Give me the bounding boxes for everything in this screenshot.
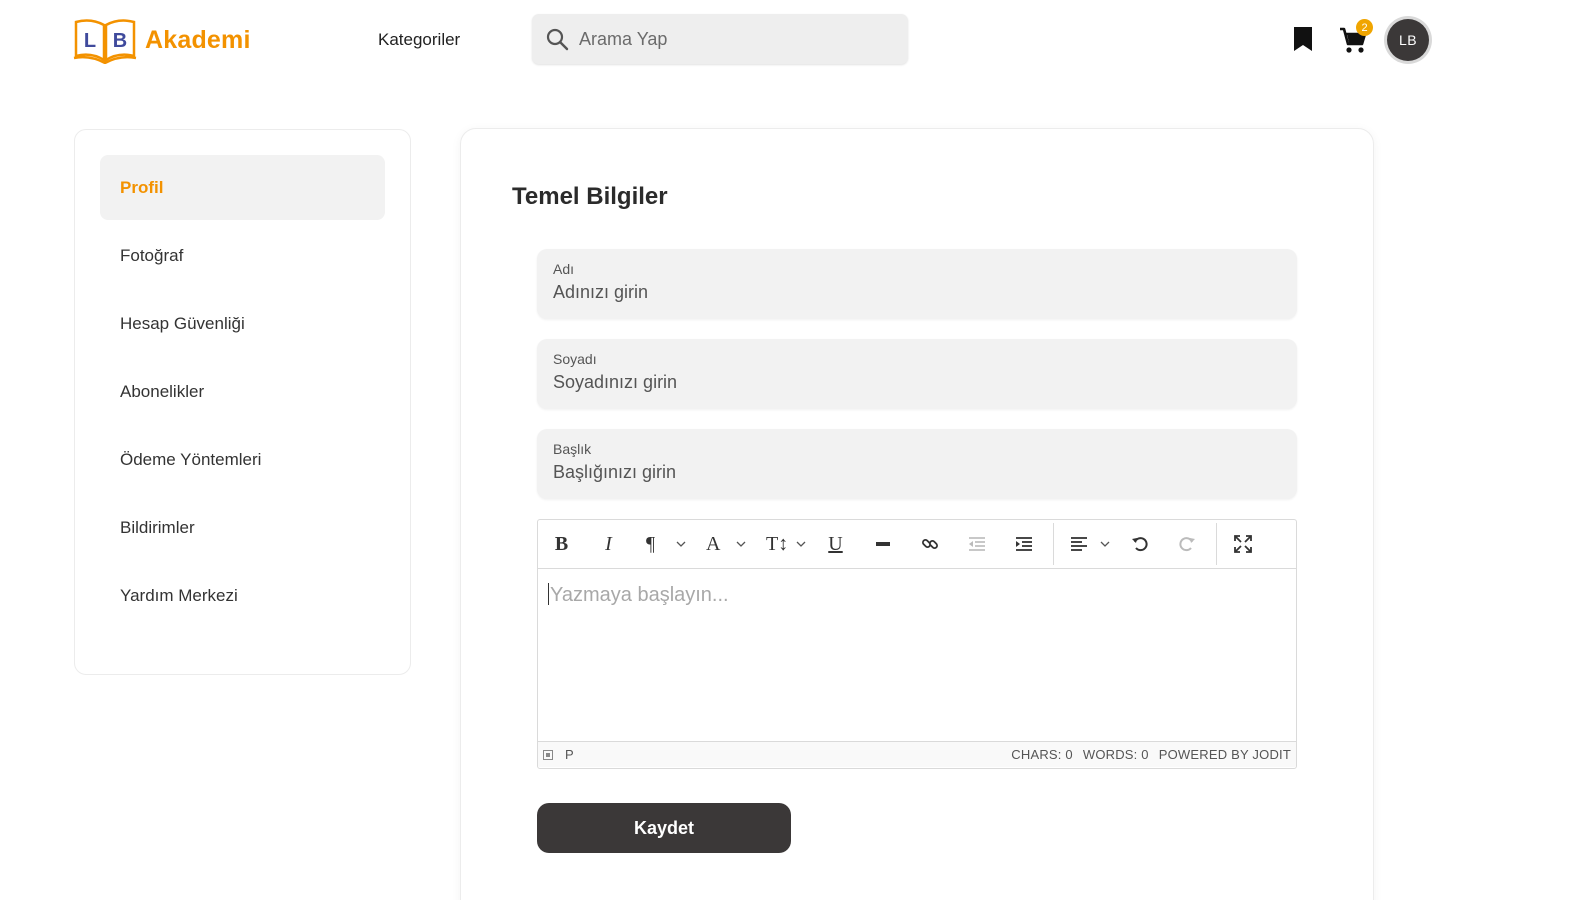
outdent-icon[interactable] (959, 527, 994, 562)
link-icon[interactable] (912, 527, 947, 562)
element-path[interactable]: P (565, 747, 574, 762)
chevron-down-icon (676, 541, 686, 547)
sidebar-item-account-security[interactable]: Hesap Güvenliği (100, 291, 385, 356)
last-name-input[interactable] (553, 372, 1253, 393)
italic-icon[interactable]: I (591, 527, 626, 562)
chevron-down-icon (1100, 541, 1110, 547)
underline-icon[interactable]: U (818, 527, 853, 562)
chevron-down-icon (796, 541, 806, 547)
paragraph-icon[interactable]: ¶ (638, 527, 690, 562)
profile-form-card: Temel Bilgiler Adı Soyadı Başlık B I ¶ A… (460, 128, 1374, 900)
sidebar-item-profile[interactable]: Profil (100, 155, 385, 220)
indent-icon[interactable] (1006, 527, 1041, 562)
logo-text: Akademi (145, 25, 251, 54)
sidebar-item-notifications[interactable]: Bildirimler (100, 495, 385, 560)
bold-icon[interactable]: B (544, 527, 579, 562)
sidebar-item-payment-methods[interactable]: Ödeme Yöntemleri (100, 427, 385, 492)
toolbar-divider (1053, 523, 1054, 565)
horizontal-rule-icon[interactable] (865, 527, 900, 562)
sidebar-item-help-center[interactable]: Yardım Merkezi (100, 563, 385, 628)
editor-placeholder: Yazmaya başlayın... (550, 584, 729, 606)
top-header: L B Akademi Kategoriler 2 LB (0, 0, 1569, 80)
avatar-initials: LB (1387, 19, 1429, 61)
bookmark-icon[interactable] (1292, 26, 1314, 52)
select-all-icon[interactable] (543, 749, 553, 760)
fullscreen-icon[interactable] (1225, 527, 1260, 562)
headline-field[interactable]: Başlık (537, 429, 1297, 499)
rich-text-editor: B I ¶ A T↕ U Yazmaya başlayın... P CHARS… (537, 519, 1297, 769)
sidebar-item-photo[interactable]: Fotoğraf (100, 223, 385, 288)
font-size-icon[interactable]: T↕ (758, 527, 810, 562)
headline-label: Başlık (553, 441, 592, 457)
page-title: Temel Bilgiler (512, 183, 668, 210)
last-name-label: Soyadı (553, 351, 597, 367)
svg-text:L: L (84, 30, 96, 52)
nav-categories[interactable]: Kategoriler (378, 30, 460, 50)
editor-toolbar: B I ¶ A T↕ U (538, 520, 1296, 569)
powered-by-link[interactable]: POWERED BY JODIT (1159, 747, 1291, 762)
logo[interactable]: L B Akademi (73, 16, 251, 64)
search-icon (546, 28, 569, 51)
avatar[interactable]: LB (1384, 16, 1432, 64)
font-icon[interactable]: A (698, 527, 750, 562)
sidebar-item-subscriptions[interactable]: Abonelikler (100, 359, 385, 424)
search-bar[interactable] (532, 14, 908, 64)
book-logo-icon: L B (73, 19, 137, 64)
undo-icon[interactable] (1122, 527, 1157, 562)
char-count: CHARS: 0 (1011, 747, 1073, 762)
settings-sidebar: Profil Fotoğraf Hesap Güvenliği Abonelik… (74, 129, 411, 675)
svg-text:B: B (113, 30, 127, 52)
cart-count-badge: 2 (1356, 19, 1373, 36)
search-input[interactable] (579, 28, 879, 50)
last-name-field[interactable]: Soyadı (537, 339, 1297, 409)
headline-input[interactable] (553, 462, 1253, 483)
word-count: WORDS: 0 (1082, 747, 1149, 762)
redo-icon[interactable] (1169, 527, 1204, 562)
first-name-label: Adı (553, 261, 575, 277)
first-name-input[interactable] (553, 282, 1253, 303)
text-caret (548, 583, 549, 605)
first-name-field[interactable]: Adı (537, 249, 1297, 319)
align-icon[interactable] (1062, 527, 1114, 562)
chevron-down-icon (736, 541, 746, 547)
save-button[interactable]: Kaydet (537, 803, 791, 853)
editor-content-area[interactable]: Yazmaya başlayın... (538, 569, 1296, 741)
toolbar-divider (1216, 523, 1217, 565)
editor-statusbar: P CHARS: 0 WORDS: 0 POWERED BY JODIT (538, 741, 1296, 767)
